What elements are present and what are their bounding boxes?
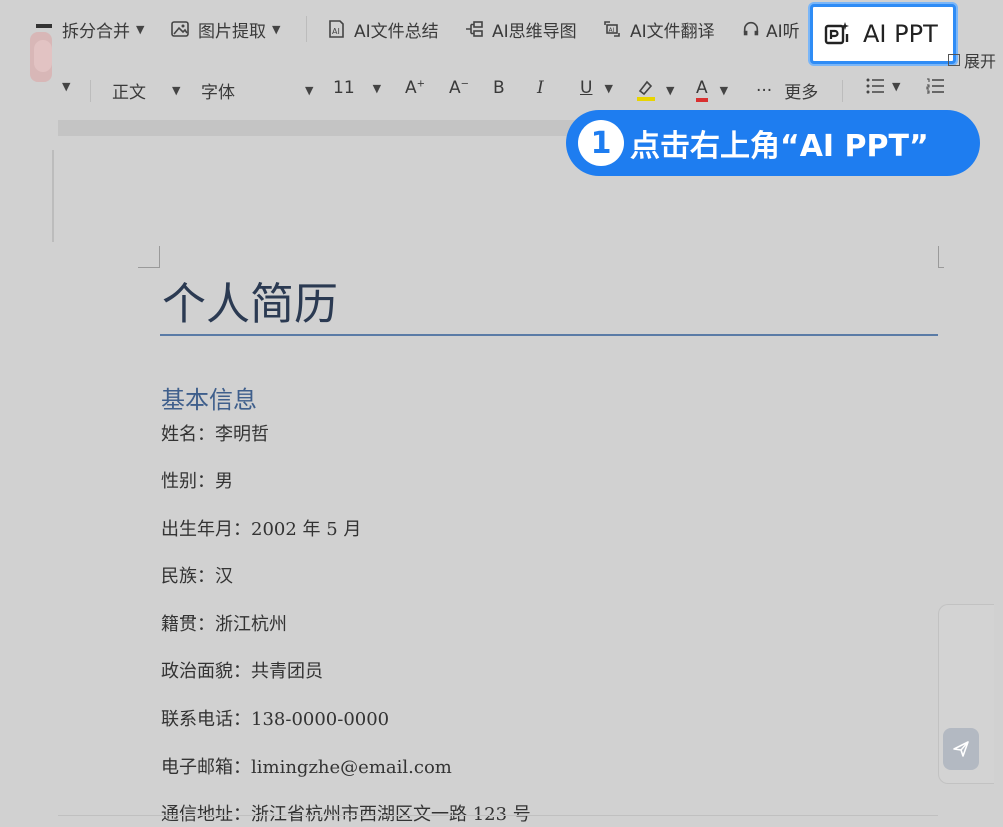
- numbered-list-button[interactable]: [926, 78, 944, 94]
- info-line-address[interactable]: 通信地址：浙江省杭州市西湖区文一路 123 号: [161, 800, 531, 826]
- chevron-down-icon: ▼: [372, 81, 382, 95]
- send-icon: [953, 741, 969, 757]
- info-line-political[interactable]: 政治面貌：共青团员: [161, 657, 323, 683]
- page-corner-mark: [138, 246, 160, 268]
- underline-icon: U: [580, 78, 593, 98]
- info-line-phone[interactable]: 联系电话：138-0000-0000: [161, 705, 389, 731]
- info-line-ethnicity[interactable]: 民族：汉: [161, 562, 233, 588]
- format-toolbar: ▼ 正文 ▼ 字体 ▼ 11 ▼ A+ A− B I U ▼ ▼ A ▼ ··· 更多 ▼: [0, 66, 1003, 116]
- bold-button[interactable]: B: [493, 78, 505, 98]
- ai-listen-button[interactable]: AI听: [742, 14, 800, 44]
- info-line-gender[interactable]: 性别：男: [161, 467, 233, 493]
- chevron-down-icon: ▼: [604, 81, 613, 95]
- bullet-list-button[interactable]: ▼: [866, 78, 900, 94]
- ai-ppt-label: AI PPT: [863, 20, 938, 48]
- image-icon: [171, 21, 189, 37]
- bold-icon: B: [493, 78, 505, 98]
- page-corner-mark: [938, 246, 944, 268]
- ai-translate-label: AI文件翻译: [630, 21, 715, 42]
- highlight-button[interactable]: ▼: [636, 78, 674, 102]
- more-button[interactable]: ··· 更多: [756, 78, 819, 104]
- ruler-strip: [58, 120, 578, 136]
- divider: [306, 16, 307, 42]
- decrease-font-icon: A−: [449, 78, 470, 98]
- step-number-badge: 1: [578, 120, 624, 166]
- info-line-hometown[interactable]: 籍贯：浙江杭州: [161, 610, 287, 636]
- font-size-select[interactable]: 11 ▼: [333, 78, 381, 98]
- page-margin-marker: [52, 150, 54, 242]
- toolbar-left-caret[interactable]: ▼: [62, 80, 70, 93]
- translate-icon: AI: [604, 21, 620, 37]
- numbered-list-icon: [926, 78, 944, 94]
- font-family-select[interactable]: 字体 ▼: [201, 78, 313, 103]
- send-button[interactable]: [943, 728, 979, 770]
- more-label: 更多: [784, 83, 819, 103]
- step-callout-text: 点击右上角“AI PPT”: [630, 129, 929, 164]
- highlighter-icon: [637, 80, 655, 101]
- image-extract-button[interactable]: 图片提取 ▼: [170, 14, 280, 44]
- section-heading[interactable]: 基本信息: [161, 380, 257, 415]
- increase-font-button[interactable]: A+: [405, 78, 425, 98]
- split-merge-label: 拆分合并: [62, 21, 130, 42]
- ai-ppt-icon: [824, 22, 849, 45]
- ellipsis-icon: ···: [756, 80, 773, 101]
- split-merge-button[interactable]: 拆分合并 ▼: [62, 14, 144, 44]
- image-extract-label: 图片提取: [198, 21, 266, 42]
- italic-icon: I: [537, 78, 544, 98]
- ai-mindmap-button[interactable]: AI思维导图: [464, 14, 577, 44]
- info-line-name[interactable]: 姓名：李明哲: [161, 420, 269, 446]
- font-color-icon: A: [696, 78, 708, 102]
- chevron-down-icon: ▼: [62, 80, 71, 93]
- font-size-value: 11: [333, 78, 355, 98]
- expand-icon: [948, 54, 960, 66]
- ai-summary-button[interactable]: AI AI文件总结: [326, 14, 439, 44]
- bullet-list-icon: [866, 78, 884, 94]
- underline-button[interactable]: U ▼: [580, 78, 613, 98]
- info-line-birth[interactable]: 出生年月：2002 年 5 月: [161, 515, 361, 541]
- chevron-down-icon: ▼: [172, 84, 181, 97]
- chevron-down-icon: ▼: [305, 84, 314, 97]
- ai-summary-label: AI文件总结: [354, 21, 439, 42]
- ai-translate-button[interactable]: AI AI文件翻译: [602, 14, 715, 44]
- paragraph-style-value: 正文: [112, 83, 146, 103]
- ai-listen-label: AI听: [766, 21, 800, 42]
- ai-mindmap-label: AI思维导图: [492, 21, 577, 42]
- paragraph-style-select[interactable]: 正文 ▼: [112, 78, 180, 103]
- svg-text:AI: AI: [332, 27, 340, 36]
- chevron-down-icon: ▼: [136, 22, 145, 36]
- increase-font-icon: A+: [405, 78, 426, 98]
- document-title[interactable]: 个人简历: [162, 268, 338, 332]
- headphones-icon: [743, 21, 759, 36]
- divider: [90, 80, 91, 102]
- ai-ppt-button[interactable]: AI PPT: [810, 4, 956, 64]
- font-family-value: 字体: [201, 83, 235, 103]
- divider: [842, 80, 843, 102]
- ai-document-icon: AI: [329, 20, 344, 38]
- mindmap-icon: [466, 21, 483, 37]
- italic-button[interactable]: I: [537, 78, 544, 98]
- chevron-down-icon: ▼: [666, 83, 675, 97]
- chevron-down-icon: ▼: [272, 22, 281, 36]
- info-line-email[interactable]: 电子邮箱：limingzhe@email.com: [161, 753, 452, 779]
- title-underline: [160, 334, 938, 336]
- page-bottom-line: [58, 815, 938, 816]
- chevron-down-icon: ▼: [892, 79, 901, 93]
- svg-text:AI: AI: [609, 27, 615, 34]
- chevron-down-icon: ▼: [719, 83, 729, 97]
- decrease-font-button[interactable]: A−: [449, 78, 469, 98]
- font-color-button[interactable]: A ▼: [696, 78, 728, 102]
- step-callout: 1 点击右上角“AI PPT”: [566, 110, 980, 176]
- top-toolbar: 拆分合并 ▼ 图片提取 ▼ AI AI文件总结 AI思维导图 AI AI文件翻译 A…: [0, 0, 1003, 64]
